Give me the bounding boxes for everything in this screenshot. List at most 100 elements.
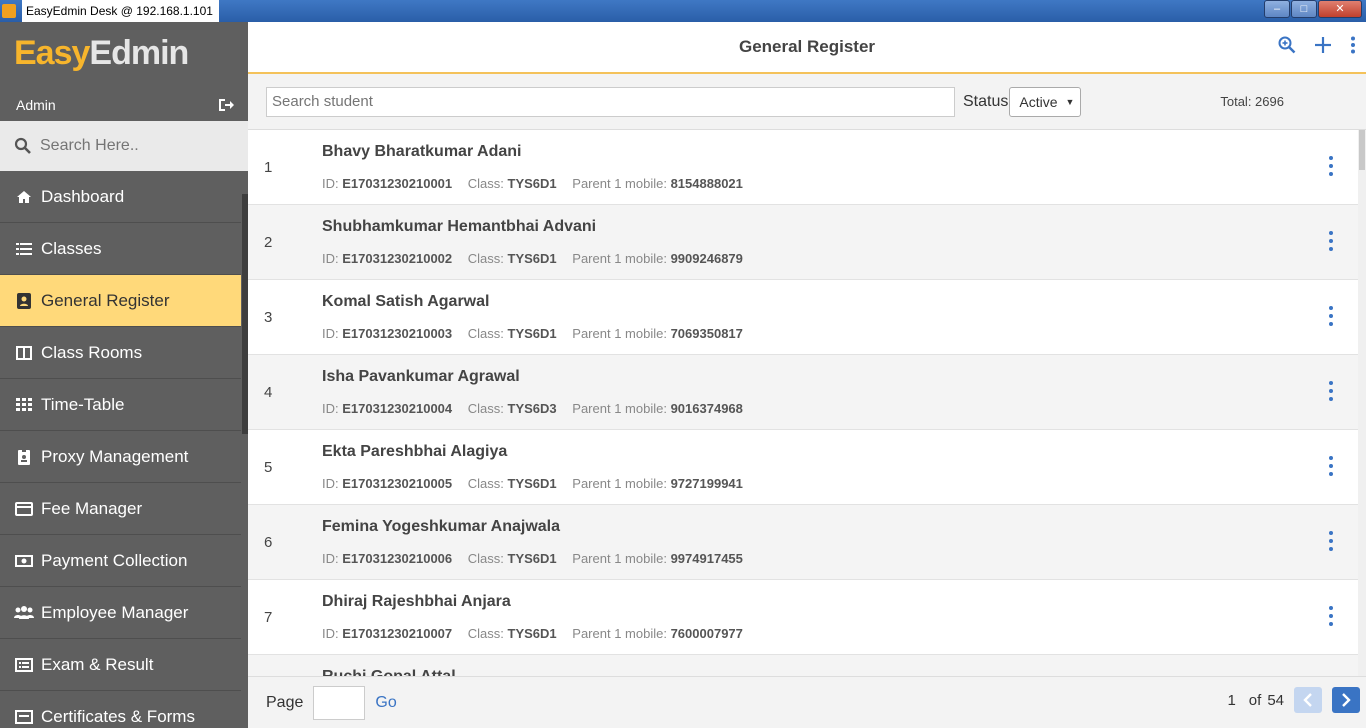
add-icon[interactable] — [1314, 36, 1332, 54]
brand-edmin: Edmin — [89, 34, 189, 72]
sidebar-item-payment-collection[interactable]: Payment Collection — [0, 535, 241, 587]
parent-mobile-label: Parent 1 mobile: — [572, 626, 667, 641]
logout-icon[interactable] — [218, 98, 234, 112]
student-id: E17031230210005 — [342, 476, 453, 491]
grid-icon — [14, 396, 34, 414]
student-name[interactable]: Bhavy Bharatkumar Adani — [322, 143, 521, 161]
student-class: TYS6D1 — [507, 251, 557, 266]
header-actions — [1260, 36, 1356, 54]
sidebar-search[interactable] — [0, 121, 248, 171]
money-icon — [14, 552, 34, 570]
list-scrollbar[interactable] — [1358, 130, 1366, 676]
row-more-icon[interactable] — [1326, 529, 1336, 553]
student-name[interactable]: Dhiraj Rajeshbhai Anjara — [322, 593, 511, 611]
class-label: Class: — [467, 326, 504, 341]
minimize-button[interactable]: – — [1264, 0, 1290, 18]
prev-page-button[interactable] — [1294, 687, 1322, 713]
student-search-input[interactable] — [266, 86, 955, 117]
sidebar-item-classes[interactable]: Classes — [0, 223, 241, 275]
student-meta: ID: E17031230210001 Class: TYS6D1 Parent… — [322, 176, 743, 191]
sidebar-item-fee-manager[interactable]: Fee Manager — [0, 483, 241, 535]
student-list: 1 Bhavy Bharatkumar Adani ID: E170312302… — [248, 130, 1358, 676]
status-select-value: Active — [1019, 93, 1058, 110]
student-name[interactable]: Isha Pavankumar Agrawal — [322, 368, 520, 386]
sidebar-item-certificates-forms[interactable]: Certificates & Forms — [0, 691, 241, 728]
class-label: Class: — [467, 401, 504, 416]
row-number: 2 — [264, 234, 273, 251]
list-scrollbar-thumb[interactable] — [1359, 130, 1365, 170]
student-row[interactable]: 1 Bhavy Bharatkumar Adani ID: E170312302… — [248, 130, 1358, 205]
student-row[interactable]: 5 Ekta Pareshbhai Alagiya ID: E170312302… — [248, 430, 1358, 505]
sidebar-item-label: Classes — [41, 238, 102, 258]
student-name[interactable]: Shubhamkumar Hemantbhai Advani — [322, 218, 596, 236]
row-more-icon[interactable] — [1326, 454, 1336, 478]
student-row[interactable]: 2 Shubhamkumar Hemantbhai Advani ID: E17… — [248, 205, 1358, 280]
parent-mobile: 9016374968 — [670, 401, 743, 416]
brand-easy: Easy — [14, 34, 90, 72]
row-number: 4 — [264, 384, 273, 401]
sidebar-item-label: General Register — [41, 290, 170, 310]
class-label: Class: — [467, 551, 504, 566]
parent-mobile: 9909246879 — [670, 251, 743, 266]
sidebar-item-label: Proxy Management — [41, 446, 189, 466]
row-number: 6 — [264, 534, 273, 551]
sidebar-item-employee-manager[interactable]: Employee Manager — [0, 587, 241, 639]
row-more-icon[interactable] — [1326, 304, 1336, 328]
row-more-icon[interactable] — [1326, 604, 1336, 628]
sidebar-item-time-table[interactable]: Time-Table — [0, 379, 241, 431]
student-row[interactable]: 6 Femina Yogeshkumar Anajwala ID: E17031… — [248, 505, 1358, 580]
go-button[interactable]: Go — [375, 694, 396, 712]
student-row[interactable]: 4 Isha Pavankumar Agrawal ID: E170312302… — [248, 355, 1358, 430]
close-button[interactable]: ✕ — [1318, 0, 1362, 18]
row-more-icon[interactable] — [1326, 154, 1336, 178]
sidebar-item-general-register[interactable]: General Register — [0, 275, 241, 327]
page-number-input[interactable] — [313, 685, 366, 720]
id-label: ID: — [322, 176, 339, 191]
badge-icon — [14, 448, 34, 466]
student-row[interactable]: 8 Ruchi Gopal Attal — [248, 655, 1358, 676]
sidebar: EasyEdmin Admin Dashboard Classes Genera… — [0, 22, 248, 728]
sidebar-item-class-rooms[interactable]: Class Rooms — [0, 327, 241, 379]
row-number: 3 — [264, 309, 273, 326]
sidebar-item-label: Certificates & Forms — [41, 706, 195, 726]
more-vertical-icon[interactable] — [1350, 36, 1356, 54]
user-row: Admin — [0, 88, 248, 121]
caret-down-icon: ▼ — [1065, 96, 1075, 107]
student-row[interactable]: 3 Komal Satish Agarwal ID: E170312302100… — [248, 280, 1358, 355]
header-bar: General Register — [248, 22, 1366, 74]
page-label: Page — [266, 693, 304, 711]
student-meta: ID: E17031230210007 Class: TYS6D1 Parent… — [322, 626, 743, 641]
home-icon — [14, 188, 34, 206]
sidebar-item-label: Dashboard — [41, 186, 125, 206]
row-number: 7 — [264, 609, 273, 626]
sidebar-item-proxy-management[interactable]: Proxy Management — [0, 431, 241, 483]
contact-card-icon — [14, 292, 34, 310]
student-id: E17031230210007 — [342, 626, 453, 641]
student-meta: ID: E17031230210002 Class: TYS6D1 Parent… — [322, 251, 743, 266]
credit-card-icon — [14, 500, 34, 518]
maximize-button[interactable]: □ — [1291, 0, 1317, 18]
student-name[interactable]: Femina Yogeshkumar Anajwala — [322, 518, 560, 536]
student-name[interactable]: Komal Satish Agarwal — [322, 293, 489, 311]
row-more-icon[interactable] — [1326, 379, 1336, 403]
id-label: ID: — [322, 476, 339, 491]
student-name[interactable]: Ruchi Gopal Attal — [322, 668, 456, 676]
app-icon — [2, 4, 16, 18]
student-meta: ID: E17031230210003 Class: TYS6D1 Parent… — [322, 326, 743, 341]
student-meta: ID: E17031230210005 Class: TYS6D1 Parent… — [322, 476, 743, 491]
sidebar-search-input[interactable] — [40, 137, 230, 155]
class-label: Class: — [467, 626, 504, 641]
id-label: ID: — [322, 401, 339, 416]
student-meta: ID: E17031230210004 Class: TYS6D3 Parent… — [322, 401, 743, 416]
sidebar-item-exam-result[interactable]: Exam & Result — [0, 639, 241, 691]
zoom-search-icon[interactable] — [1278, 36, 1296, 54]
next-page-button[interactable] — [1332, 687, 1360, 713]
student-row[interactable]: 7 Dhiraj Rajeshbhai Anjara ID: E17031230… — [248, 580, 1358, 655]
row-more-icon[interactable] — [1326, 229, 1336, 253]
status-select[interactable]: Active ▼ — [1009, 86, 1082, 117]
sidebar-item-label: Class Rooms — [41, 342, 143, 362]
student-id: E17031230210006 — [342, 551, 453, 566]
users-icon — [14, 604, 34, 622]
student-name[interactable]: Ekta Pareshbhai Alagiya — [322, 443, 507, 461]
sidebar-item-dashboard[interactable]: Dashboard — [0, 171, 241, 223]
